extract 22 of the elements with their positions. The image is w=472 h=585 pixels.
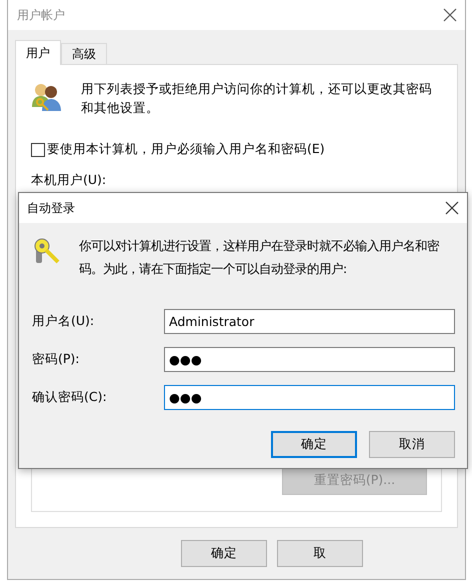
checkbox[interactable] (31, 142, 45, 156)
field-label: 密码(P): (32, 351, 81, 368)
input-field[interactable]: Administrator (164, 309, 455, 334)
dialog-title: 自动登录 (27, 200, 75, 216)
dialog-button[interactable]: 取 (277, 540, 363, 567)
tab[interactable]: 用户 (15, 40, 61, 65)
field-label: 用户名(U): (32, 313, 96, 330)
dialog-button[interactable]: 确定 (271, 431, 357, 458)
input-field[interactable]: ●●● (164, 385, 455, 410)
field-label: 确认密码(C): (32, 389, 108, 406)
window-title: 用户帐户 (17, 6, 65, 24)
close-icon[interactable] (443, 8, 457, 22)
users-icon (31, 81, 63, 113)
tab[interactable]: 高级 (61, 43, 107, 64)
dialog-button[interactable]: 取消 (369, 431, 455, 458)
description-text: 你可以对计算机进行设置，这样用户在登录时就不必输入用户名和密码。为此，请在下面指定一个可以自动登录的用户: (79, 238, 440, 278)
dialog-button[interactable]: 确定 (181, 540, 267, 567)
close-icon[interactable] (445, 201, 459, 215)
description-text: 用下列表授予或拒绝用户访问你的计算机，还可以更改其密码和其他设置。 (81, 80, 433, 117)
checkbox-label: 要使用本计算机，用户必须输入用户名和密码(E) (47, 141, 325, 158)
input-field[interactable]: ●●● (164, 347, 455, 372)
field-label: 本机用户(U): (31, 172, 108, 189)
